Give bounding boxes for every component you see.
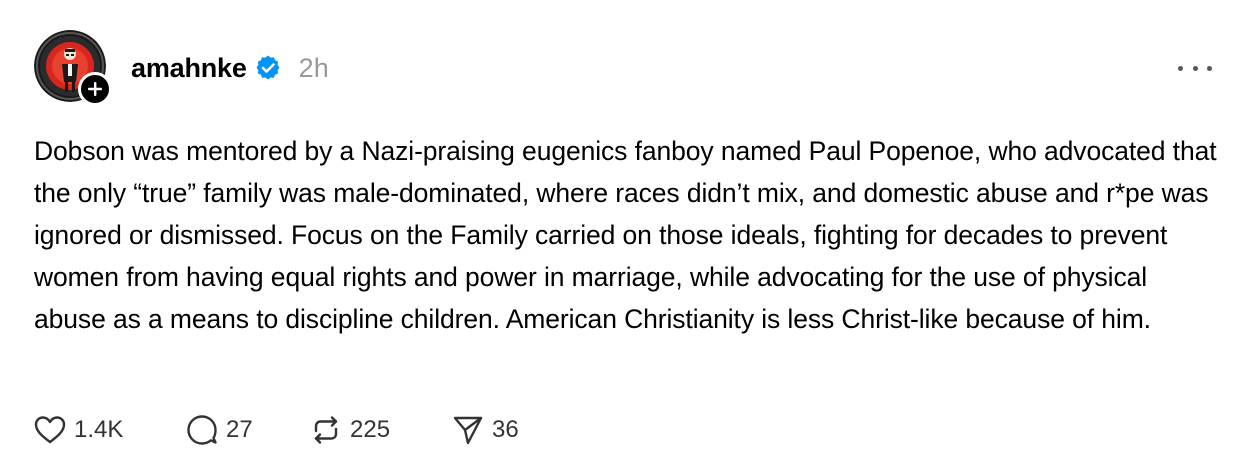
post-card: amahnke 2h Dobson was mentored by a Nazi…	[0, 0, 1250, 468]
like-count: 1.4K	[74, 416, 124, 443]
reply-count: 27	[226, 416, 253, 443]
repost-button[interactable]: 225	[310, 414, 452, 446]
repost-icon	[314, 416, 338, 444]
post-body: Dobson was mentored by a Nazi-praising e…	[34, 136, 1217, 334]
send-icon	[453, 416, 483, 445]
username-link[interactable]: amahnke	[131, 53, 247, 84]
follow-button[interactable]	[78, 72, 112, 106]
share-button[interactable]: 36	[452, 414, 552, 446]
reply-button[interactable]: 27	[186, 414, 310, 446]
post-header: amahnke 2h	[131, 48, 329, 88]
comment-icon	[187, 415, 217, 445]
heart-icon	[34, 416, 66, 444]
more-dot	[1192, 65, 1198, 71]
action-bar: 1.4K 27 225 36	[34, 408, 552, 452]
share-count: 36	[492, 416, 519, 443]
more-horizontal-icon	[1178, 65, 1183, 71]
post-timestamp: 2h	[298, 52, 329, 83]
like-button[interactable]: 1.4K	[34, 415, 186, 445]
more-options-button[interactable]	[1178, 56, 1212, 80]
plus-icon	[88, 82, 102, 96]
avatar-container[interactable]	[34, 30, 112, 106]
repost-count: 225	[350, 416, 391, 443]
more-dot	[1207, 65, 1212, 71]
verified-badge-icon	[256, 55, 280, 80]
